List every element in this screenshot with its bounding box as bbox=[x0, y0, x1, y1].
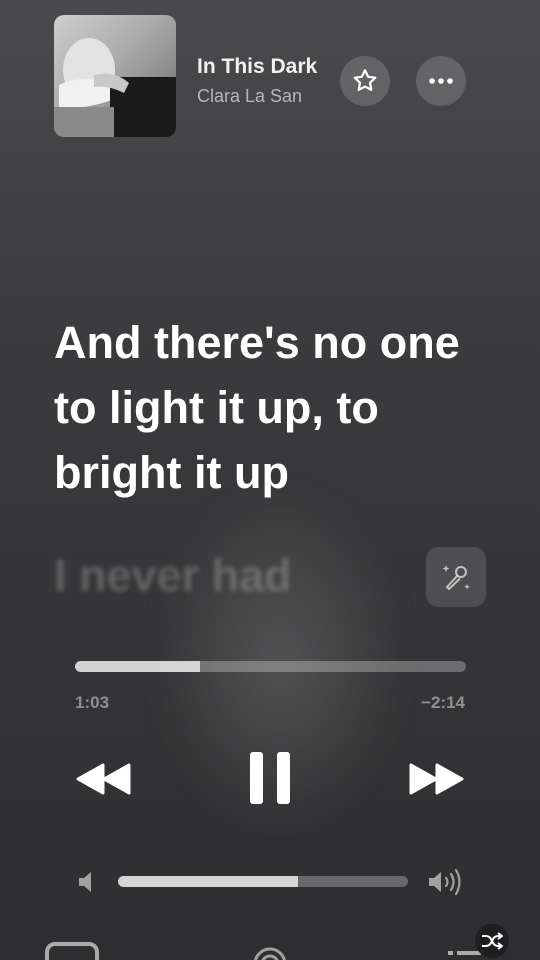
album-artwork[interactable] bbox=[54, 15, 176, 137]
elapsed-time: 1:03 bbox=[75, 693, 110, 712]
more-options-button[interactable] bbox=[416, 56, 466, 106]
backward-icon bbox=[76, 763, 131, 795]
track-artist[interactable]: Clara La San bbox=[197, 86, 323, 110]
airplay-icon bbox=[45, 942, 99, 960]
shuffle-indicator[interactable] bbox=[475, 924, 509, 958]
ellipsis-icon bbox=[429, 78, 453, 84]
remaining-time: −2:14 bbox=[421, 693, 465, 712]
playback-progress-slider[interactable] bbox=[75, 661, 466, 672]
favorite-button[interactable] bbox=[340, 56, 390, 106]
pause-icon bbox=[250, 752, 290, 804]
lyric-line-current[interactable]: And there's no one to light it up, to br… bbox=[54, 310, 494, 505]
star-icon bbox=[353, 69, 377, 91]
playback-progress-fill bbox=[75, 661, 201, 672]
volume-slider[interactable] bbox=[118, 876, 408, 887]
shuffle-icon bbox=[482, 932, 503, 950]
broadcast-button[interactable] bbox=[252, 946, 288, 960]
broadcast-icon bbox=[253, 947, 287, 960]
speaker-high-icon bbox=[429, 868, 461, 896]
sing-along-button[interactable] bbox=[426, 547, 486, 607]
forward-button[interactable] bbox=[404, 755, 468, 803]
pause-button[interactable] bbox=[240, 746, 300, 810]
volume-slider-fill bbox=[118, 876, 298, 887]
lyric-line-next[interactable]: I never had bbox=[54, 550, 394, 602]
forward-icon bbox=[409, 763, 464, 795]
airplay-button[interactable] bbox=[44, 941, 100, 960]
track-title[interactable]: In This Dark bbox=[197, 55, 323, 83]
microphone-sparkle-icon bbox=[442, 565, 470, 590]
rewind-button[interactable] bbox=[72, 755, 136, 803]
speaker-low-icon bbox=[79, 872, 91, 892]
